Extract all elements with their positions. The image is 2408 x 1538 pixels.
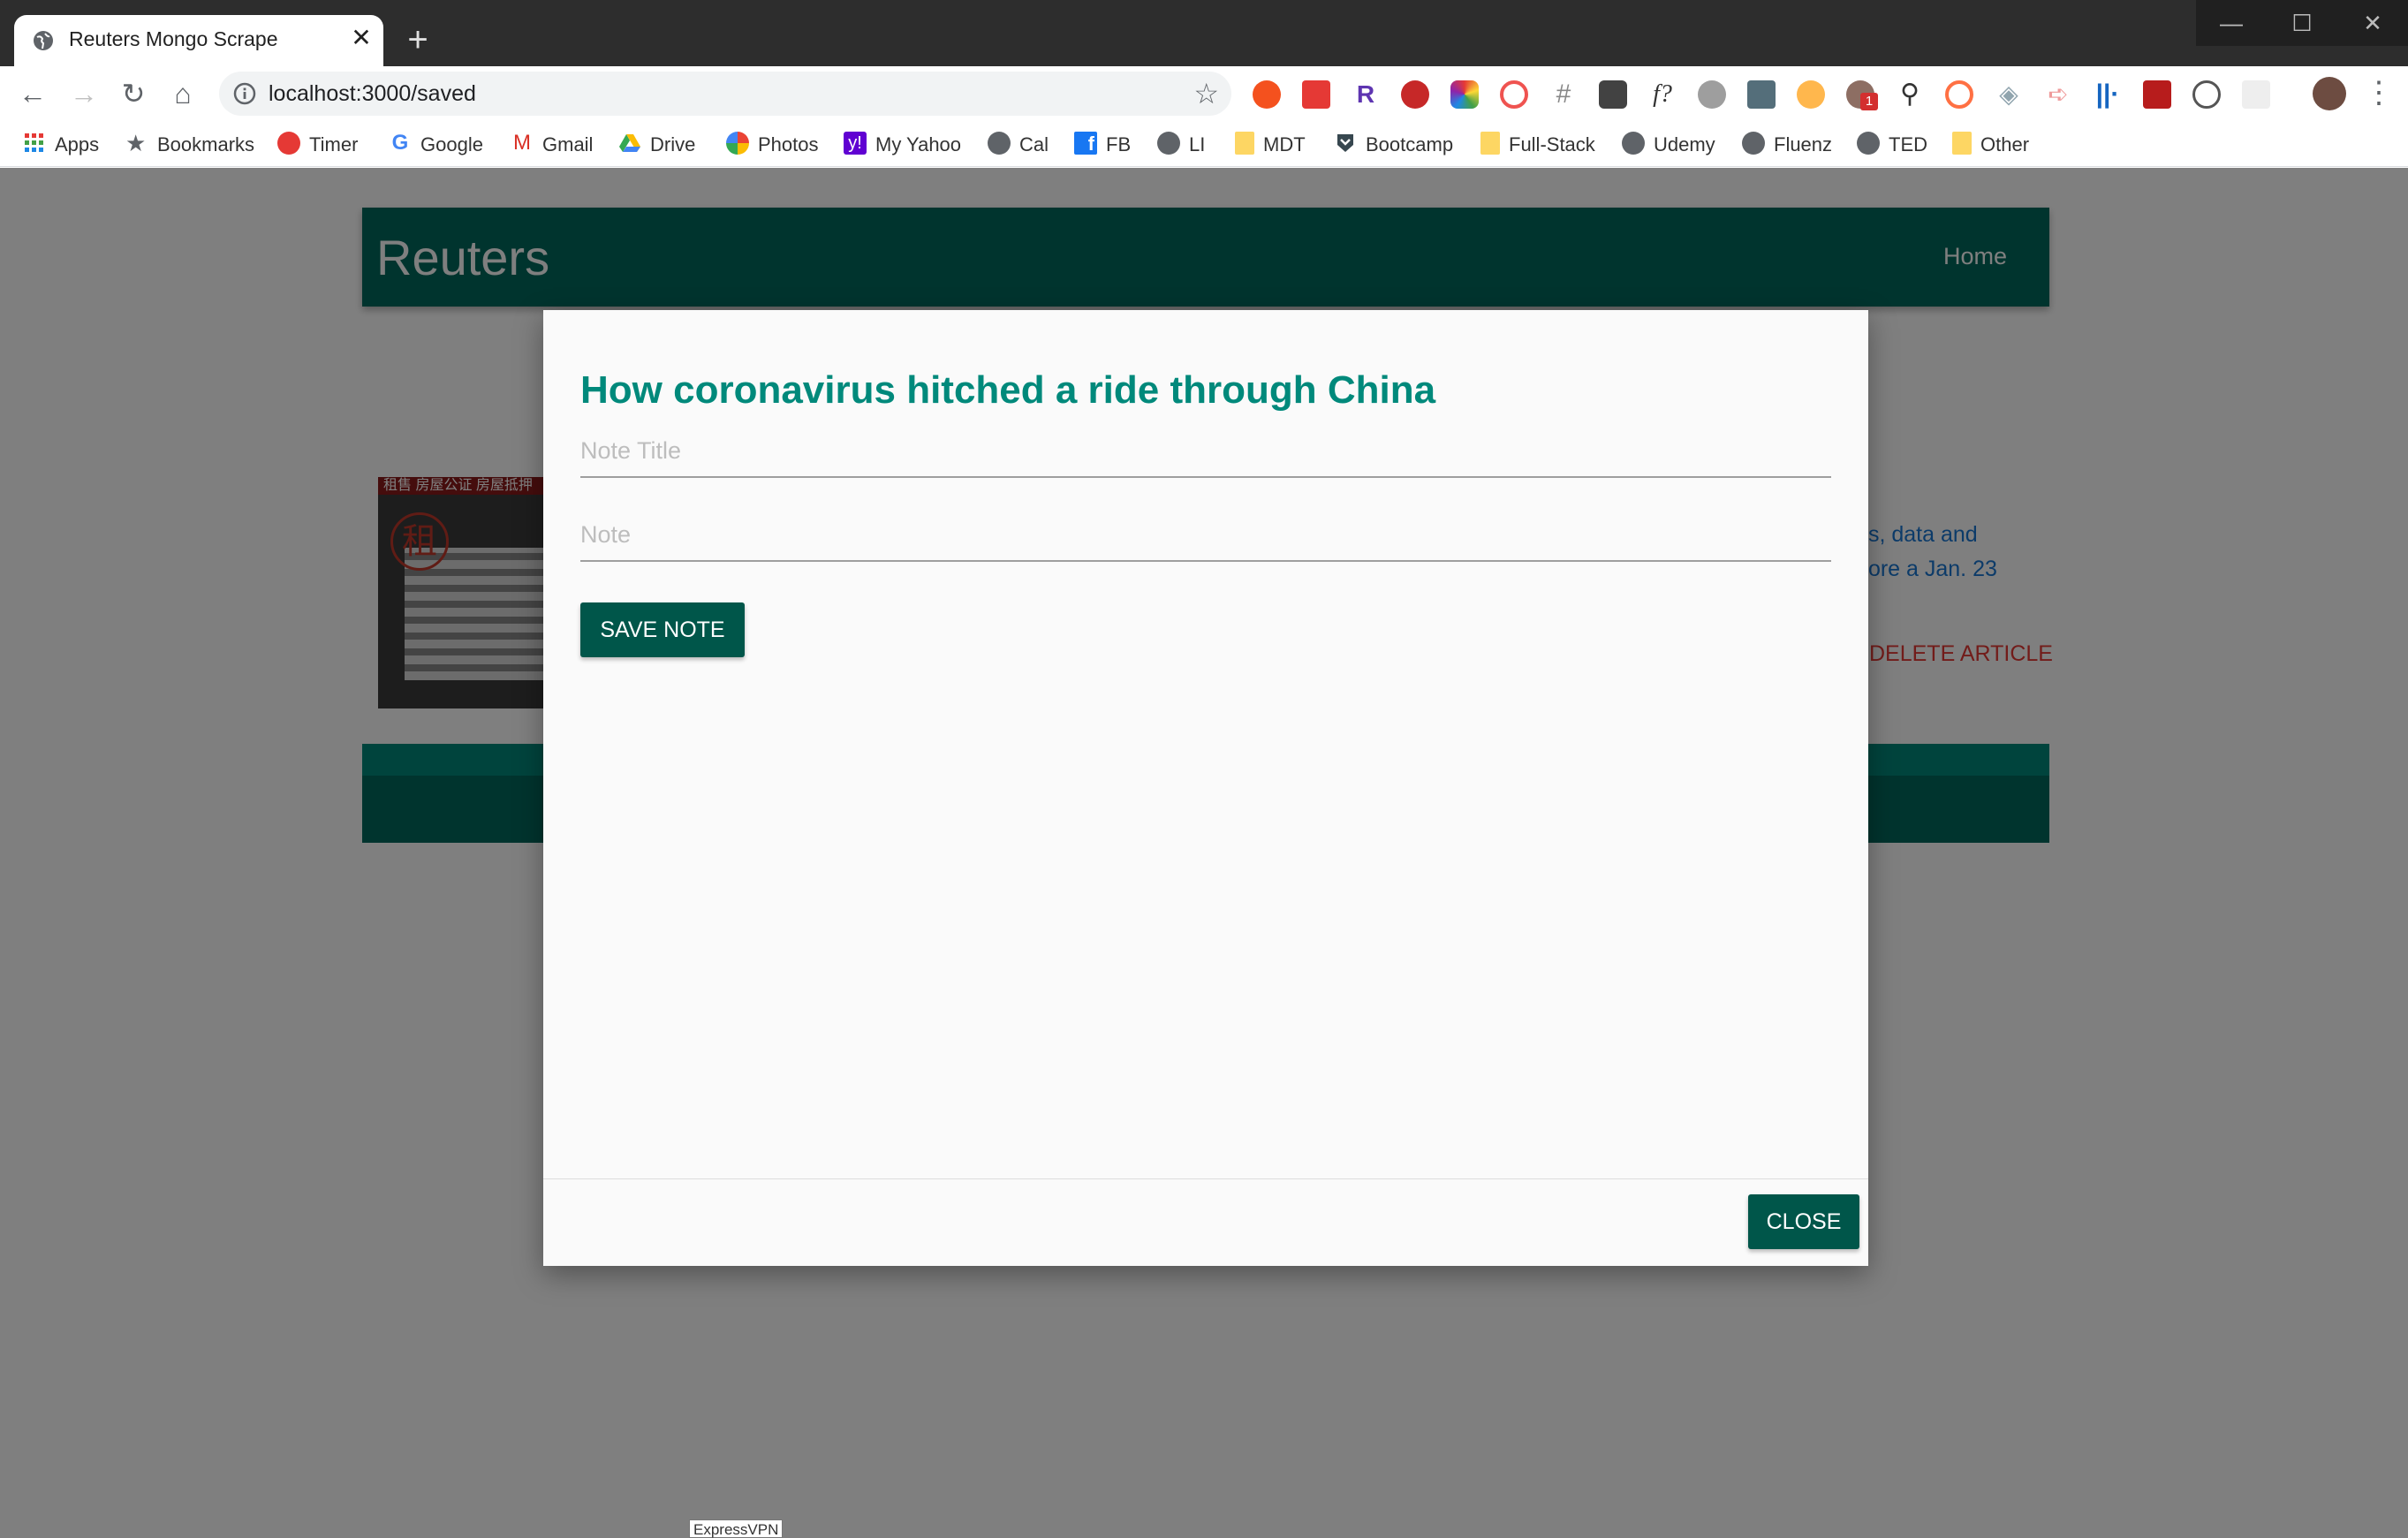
close-modal-button[interactable]: CLOSE: [1748, 1194, 1859, 1249]
browser-tab[interactable]: Reuters Mongo Scrape ✕: [14, 15, 383, 66]
bookmark-drive[interactable]: Drive: [618, 130, 695, 158]
bookmark-star-icon[interactable]: ☆: [1193, 77, 1219, 110]
badge-extension-icon[interactable]: 1: [1846, 80, 1878, 110]
note-title-input[interactable]: [580, 425, 1831, 478]
menu-kebab-icon[interactable]: ⋮: [2364, 75, 2394, 112]
bookmarks-bar: Apps ★ Bookmarks Timer G Google M Gmail Dri…: [0, 121, 2408, 167]
bootcamp-icon: [1337, 134, 1353, 153]
minimize-icon[interactable]: —: [2196, 0, 2267, 46]
info-icon[interactable]: [231, 80, 258, 107]
b-extension-icon[interactable]: [1945, 80, 1973, 109]
bookmark-gmail[interactable]: M Gmail: [511, 130, 593, 158]
globe-icon: [34, 31, 53, 50]
dropbox-extension-icon[interactable]: ◈: [1995, 80, 2023, 109]
globe-icon: [1742, 132, 1765, 155]
status-tooltip: ExpressVPN: [689, 1519, 784, 1538]
new-tab-icon[interactable]: +: [399, 22, 436, 60]
bookmark-cal[interactable]: Cal: [988, 130, 1049, 158]
extension-badge: 1: [1860, 93, 1878, 110]
save-note-button[interactable]: SAVE NOTE: [580, 602, 745, 657]
lifebuoy-extension-icon[interactable]: [1500, 80, 1528, 109]
magnifier-extension-icon[interactable]: ⚲: [1896, 80, 1924, 109]
bookmark-other[interactable]: Other: [1952, 130, 2029, 158]
bookmark-ted[interactable]: TED: [1857, 130, 1927, 158]
forward-icon[interactable]: →: [65, 75, 102, 112]
arrow-extension-icon[interactable]: ➪: [2044, 80, 2072, 109]
note-body-input[interactable]: [580, 509, 1831, 562]
tomato-icon: [277, 132, 300, 155]
drive-icon: [619, 134, 640, 153]
r-extension-icon[interactable]: R: [1352, 80, 1380, 109]
bars-extension-icon[interactable]: ||·: [2094, 80, 2122, 109]
bookmark-photos[interactable]: Photos: [726, 130, 819, 158]
star-icon: ★: [125, 130, 147, 157]
address-bar[interactable]: localhost:3000/saved ☆: [219, 72, 1231, 116]
bookmark-google[interactable]: G Google: [389, 130, 483, 158]
photos-icon: [726, 132, 749, 155]
bookmark-timer[interactable]: Timer: [277, 130, 358, 158]
alert-extension-icon[interactable]: [1253, 80, 1281, 109]
reload-icon[interactable]: ↻: [115, 75, 152, 112]
code-extension-icon[interactable]: [2192, 80, 2221, 109]
folder-icon: [1235, 132, 1254, 155]
folder-icon: [1480, 132, 1500, 155]
s-extension-icon[interactable]: [1747, 80, 1776, 109]
facebook-icon: f: [1074, 132, 1097, 155]
browser-titlebar: Reuters Mongo Scrape ✕ + — ☐ ✕: [0, 0, 2408, 66]
globe-icon: [1857, 132, 1880, 155]
note-modal: How coronavirus hitched a ride through C…: [543, 310, 1868, 1266]
tab-close-icon[interactable]: ✕: [346, 23, 376, 53]
bookmark-li[interactable]: LI: [1157, 130, 1205, 158]
blank-extension-icon[interactable]: [2242, 80, 2270, 109]
cookie-extension-icon[interactable]: [1797, 80, 1825, 109]
home-icon[interactable]: ⌂: [164, 75, 201, 112]
av-extension-icon[interactable]: [1401, 80, 1429, 109]
pdf-extension-icon[interactable]: [2143, 80, 2171, 109]
todoist-extension-icon[interactable]: [1302, 80, 1330, 109]
tab-title: Reuters Mongo Scrape: [69, 27, 278, 50]
bookmark-full-stack[interactable]: Full-Stack: [1480, 130, 1595, 158]
browser-toolbar: ← → ↻ ⌂ localhost:3000/saved ☆ R # f? 1 …: [0, 66, 2408, 121]
bookmark-bookmarks[interactable]: ★ Bookmarks: [125, 130, 254, 158]
yahoo-icon: y!: [844, 132, 867, 155]
profile-avatar[interactable]: [2313, 77, 2346, 110]
hash-extension-icon[interactable]: #: [1549, 80, 1578, 109]
font-extension-icon[interactable]: f?: [1648, 80, 1677, 109]
bookmark-apps[interactable]: Apps: [23, 130, 99, 158]
folder-icon: [1952, 132, 1972, 155]
back-icon[interactable]: ←: [14, 75, 51, 112]
incognito-extension-icon[interactable]: [1599, 80, 1627, 109]
globe-icon: [1157, 132, 1180, 155]
color-extension-icon[interactable]: [1450, 80, 1479, 109]
bookmark-my-yahoo[interactable]: y! My Yahoo: [844, 130, 961, 158]
bookmark-fb[interactable]: f FB: [1074, 130, 1131, 158]
globe-icon: [1622, 132, 1645, 155]
bookmark-fluenz[interactable]: Fluenz: [1742, 130, 1832, 158]
google-icon: G: [391, 131, 409, 155]
gmail-icon: M: [513, 131, 531, 155]
apps-grid-icon: [25, 133, 43, 153]
globe-icon: [988, 132, 1011, 155]
bookmark-bootcamp[interactable]: Bootcamp: [1334, 130, 1453, 158]
url-text: localhost:3000/saved: [269, 81, 476, 106]
maximize-icon[interactable]: ☐: [2267, 0, 2337, 46]
modal-title: How coronavirus hitched a ride through C…: [580, 368, 1436, 412]
bookmark-mdt[interactable]: MDT: [1235, 130, 1306, 158]
gear-extension-icon[interactable]: [1698, 80, 1726, 109]
window-close-icon[interactable]: ✕: [2337, 0, 2408, 46]
bookmark-udemy[interactable]: Udemy: [1622, 130, 1715, 158]
modal-footer: CLOSE: [543, 1178, 1868, 1266]
